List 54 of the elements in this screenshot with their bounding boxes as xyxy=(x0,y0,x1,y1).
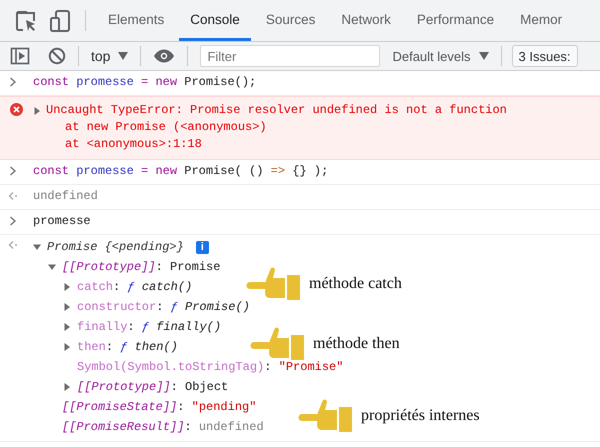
object-property: [[PromiseResult]]: undefined xyxy=(62,419,264,436)
devtools-tab[interactable]: Elements xyxy=(97,0,176,41)
device-toolbar-icon[interactable] xyxy=(49,8,71,32)
error-icon xyxy=(10,103,23,116)
dropdown-caret-icon xyxy=(118,52,128,60)
caret-icon[interactable] xyxy=(63,383,71,391)
prompt-chevron-icon xyxy=(8,166,16,176)
caret-icon[interactable] xyxy=(33,106,41,114)
devtools-tab[interactable]: Performance xyxy=(406,0,506,41)
object-property: [[Prototype]]: Object xyxy=(77,379,228,396)
pointing-hand-icon xyxy=(298,400,352,432)
sidebar-toggle-icon[interactable] xyxy=(10,47,30,65)
prompt-chevron-icon xyxy=(8,216,16,226)
annotation-label: méthode then xyxy=(313,335,400,353)
caret-icon[interactable] xyxy=(63,323,71,331)
context-dropdown[interactable]: top xyxy=(85,48,134,64)
dropdown-caret-icon xyxy=(478,52,489,60)
annotation-label: méthode catch xyxy=(309,275,402,293)
caret-icon[interactable] xyxy=(63,303,71,311)
annotation-label: propriétés internes xyxy=(361,407,480,425)
issues-button[interactable]: 3 Issues: xyxy=(512,45,578,67)
stack-trace-line: at <anonymous>:1:18 xyxy=(64,136,203,153)
object-property: [[Prototype]]: Promise xyxy=(62,259,220,276)
object-property: finally: ƒ finally() xyxy=(77,319,222,336)
clear-console-icon[interactable] xyxy=(48,47,66,65)
caret-icon[interactable] xyxy=(63,283,71,291)
object-property: constructor: ƒ Promise() xyxy=(77,299,250,316)
object-property: [[PromiseState]]: "pending" xyxy=(62,399,256,416)
caret-icon[interactable] xyxy=(63,343,71,351)
object-property: then: ƒ then() xyxy=(77,339,178,356)
pointing-hand-icon xyxy=(250,328,304,360)
result-text: undefined xyxy=(33,189,98,203)
caret-icon[interactable] xyxy=(33,243,41,251)
input-code-text: const promesse = new Promise( () => {} ); xyxy=(33,164,328,178)
stack-trace-line: at new Promise (<anonymous>) xyxy=(64,119,268,136)
object-property: Symbol(Symbol.toStringTag): "Promise" xyxy=(77,359,344,376)
devtools-tab[interactable]: Sources xyxy=(254,0,326,41)
caret-icon[interactable] xyxy=(48,263,56,271)
error-message: Uncaught TypeError: Promise resolver undefined is not a function xyxy=(46,102,507,119)
info-badge[interactable]: i xyxy=(196,240,209,254)
eye-icon[interactable] xyxy=(153,49,176,63)
devtools-tab[interactable]: Memor xyxy=(509,0,574,41)
levels-dropdown[interactable]: Default levels xyxy=(386,48,495,64)
result-arrow-icon xyxy=(8,240,18,250)
filter-input[interactable]: Filter xyxy=(200,45,380,67)
input-code-text: promesse xyxy=(33,214,91,228)
prompt-chevron-icon xyxy=(8,77,16,87)
object-property: catch: ƒ catch() xyxy=(77,279,192,296)
input-code-text: const promesse = new Promise(); xyxy=(33,75,256,89)
pointing-hand-icon xyxy=(246,268,300,300)
devtools-tab[interactable]: Network xyxy=(330,0,402,41)
result-arrow-icon xyxy=(8,191,18,201)
inspect-element-icon[interactable] xyxy=(14,8,38,32)
object-property: Promise {<pending>} xyxy=(47,239,184,256)
